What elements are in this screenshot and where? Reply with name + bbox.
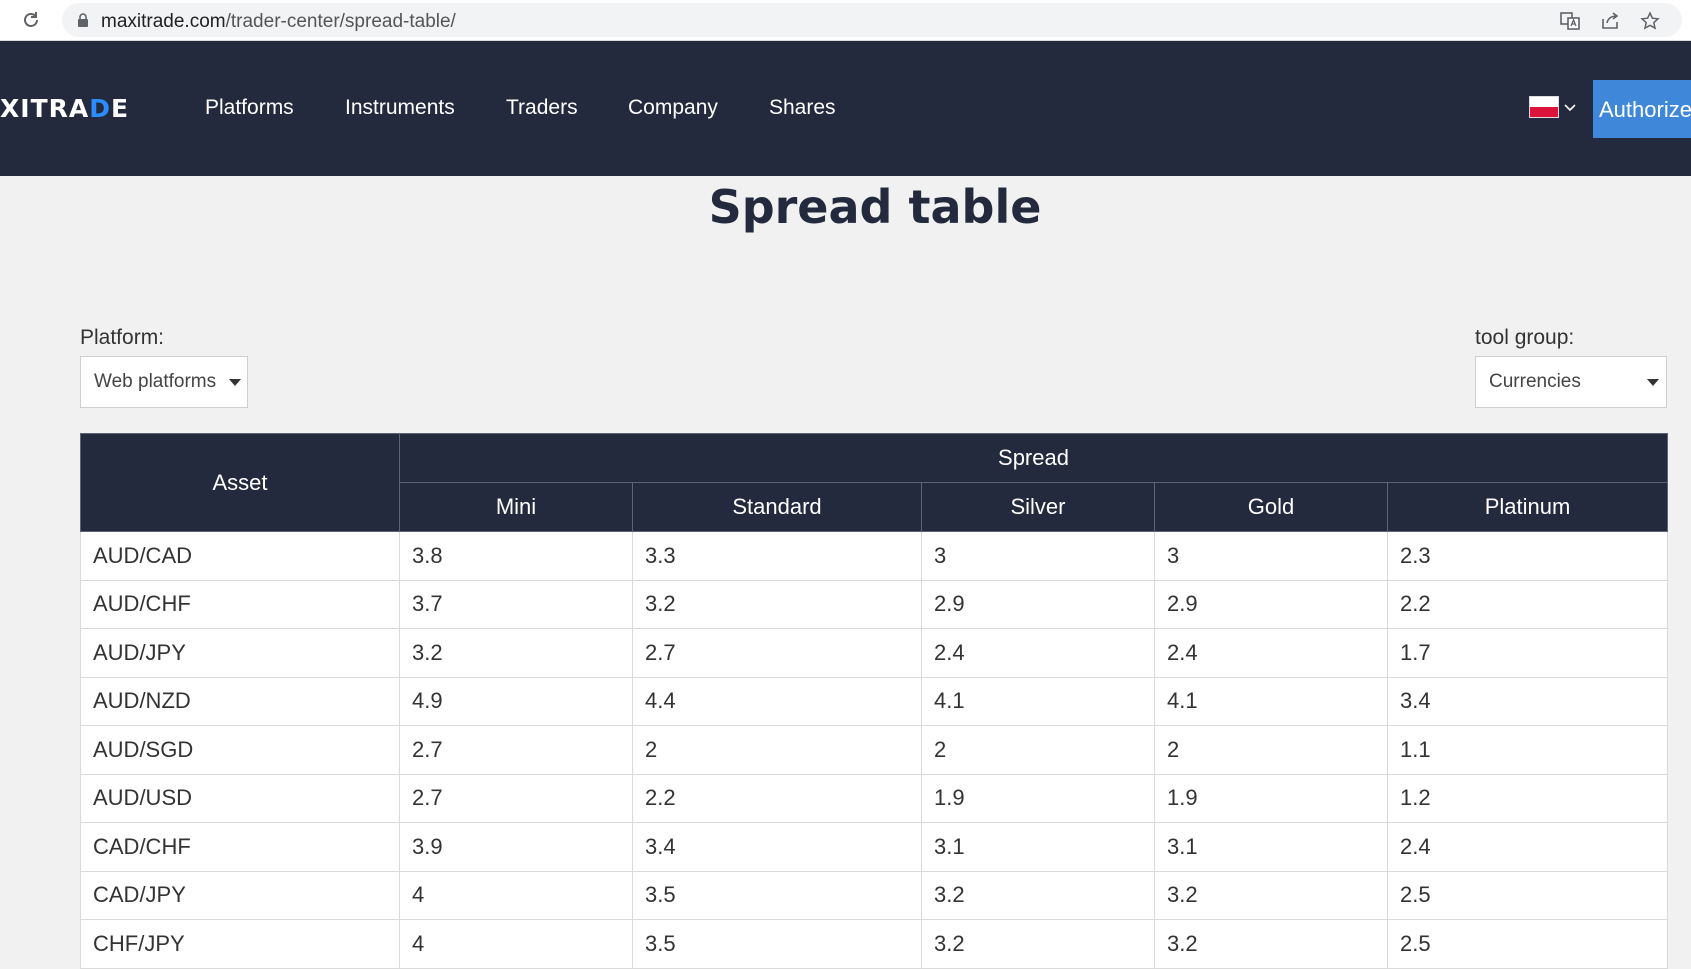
spread-cell: 2.4 — [1387, 822, 1668, 872]
spread-cell: 3.7 — [399, 579, 633, 629]
nav-instruments[interactable]: Instruments — [345, 96, 455, 120]
spread-cell: 4.1 — [921, 676, 1155, 726]
platform-label: Platform: — [80, 326, 165, 349]
lock-icon — [76, 13, 90, 27]
platform-select-value: Web platforms — [94, 371, 217, 392]
language-flag-icon[interactable] — [1529, 96, 1559, 118]
caret-down-icon — [229, 379, 241, 386]
spread-cell: 2.7 — [399, 773, 633, 823]
spread-cell: 2.9 — [921, 579, 1155, 629]
chevron-down-icon[interactable] — [1563, 101, 1577, 115]
spread-cell: 1.2 — [1387, 773, 1668, 823]
asset-cell: CAD/CHF — [80, 822, 400, 872]
spread-cell: 3.5 — [632, 870, 922, 920]
table-row: AUD/SGD 2.7 2 2 2 1.1 — [80, 725, 1668, 775]
table-row: CHF/JPY 4 3.5 3.2 3.2 2.5 — [80, 919, 1668, 969]
spread-cell: 3.1 — [921, 822, 1155, 872]
column-header-gold: Gold — [1154, 482, 1388, 532]
spread-cell: 2.4 — [921, 628, 1155, 678]
tool-group-label: tool group: — [1475, 326, 1575, 349]
spread-cell: 1.9 — [921, 773, 1155, 823]
spread-cell: 4.4 — [632, 676, 922, 726]
nav-traders[interactable]: Traders — [506, 96, 578, 120]
column-header-mini: Mini — [399, 482, 633, 532]
spread-cell: 3.4 — [1387, 676, 1668, 726]
spread-cell: 2.3 — [1387, 531, 1668, 581]
spread-cell: 1.9 — [1154, 773, 1388, 823]
column-header-platinum: Platinum — [1387, 482, 1668, 532]
spread-cell: 2.5 — [1387, 870, 1668, 920]
table-row: AUD/USD 2.7 2.2 1.9 1.9 1.2 — [80, 773, 1668, 823]
table-row: CAD/CHF 3.9 3.4 3.1 3.1 2.4 — [80, 822, 1668, 872]
caret-down-icon — [1647, 379, 1659, 386]
asset-header: Asset — [80, 433, 400, 532]
spread-cell: 4 — [399, 919, 633, 969]
spread-cell: 2.5 — [1387, 919, 1668, 969]
spread-cell: 3.2 — [921, 919, 1155, 969]
spread-cell: 3.5 — [632, 919, 922, 969]
column-header-standard: Standard — [632, 482, 922, 532]
table-row: AUD/JPY 3.2 2.7 2.4 2.4 1.7 — [80, 628, 1668, 678]
spread-cell: 3.8 — [399, 531, 633, 581]
spread-group-header: Spread — [399, 433, 1668, 483]
url-text: maxitrade.com/trader-center/spread-table… — [101, 11, 456, 32]
spread-cell: 1.7 — [1387, 628, 1668, 678]
spread-cell: 3.2 — [1154, 919, 1388, 969]
table-row: AUD/CHF 3.7 3.2 2.9 2.9 2.2 — [80, 579, 1668, 629]
address-bar[interactable]: maxitrade.com/trader-center/spread-table… — [62, 3, 1682, 37]
spread-cell: 2.2 — [1387, 579, 1668, 629]
spread-cell: 2.2 — [632, 773, 922, 823]
bookmark-star-icon[interactable] — [1638, 9, 1662, 33]
spread-cell: 3.2 — [632, 579, 922, 629]
spread-cell: 2 — [1154, 725, 1388, 775]
spread-cell: 4.9 — [399, 676, 633, 726]
table-row: AUD/CAD 3.8 3.3 3 3 2.3 — [80, 531, 1668, 581]
spread-cell: 3.9 — [399, 822, 633, 872]
translate-icon[interactable] — [1558, 9, 1582, 33]
asset-cell: AUD/CAD — [80, 531, 400, 581]
share-icon[interactable] — [1598, 9, 1622, 33]
nav-shares[interactable]: Shares — [769, 96, 836, 120]
platform-select[interactable]: Web platforms — [80, 356, 248, 408]
tool-group-select[interactable]: Currencies — [1475, 356, 1667, 408]
tool-group-select-value: Currencies — [1489, 371, 1581, 392]
site-logo[interactable]: XITRADE — [0, 94, 129, 123]
spread-cell: 3 — [921, 531, 1155, 581]
reload-icon[interactable] — [18, 7, 44, 33]
spread-cell: 3.2 — [1154, 870, 1388, 920]
nav-company[interactable]: Company — [628, 96, 718, 120]
asset-cell: AUD/CHF — [80, 579, 400, 629]
table-row: CAD/JPY 4 3.5 3.2 3.2 2.5 — [80, 870, 1668, 920]
spread-table: Asset Spread Mini Standard Silver Gold P… — [80, 433, 1668, 969]
site-header: XITRADE Platforms Instruments Traders Co… — [0, 41, 1691, 176]
spread-cell: 2 — [632, 725, 922, 775]
spread-cell: 1.1 — [1387, 725, 1668, 775]
spread-cell: 3.2 — [399, 628, 633, 678]
authorize-button[interactable]: Authorize — [1593, 80, 1691, 138]
asset-cell: AUD/USD — [80, 773, 400, 823]
asset-cell: CAD/JPY — [80, 870, 400, 920]
spread-cell: 4 — [399, 870, 633, 920]
asset-cell: AUD/JPY — [80, 628, 400, 678]
spread-cell: 3.4 — [632, 822, 922, 872]
spread-cell: 2.9 — [1154, 579, 1388, 629]
spread-cell: 3.1 — [1154, 822, 1388, 872]
spread-cell: 3.3 — [632, 531, 922, 581]
table-row: AUD/NZD 4.9 4.4 4.1 4.1 3.4 — [80, 676, 1668, 726]
column-header-silver: Silver — [921, 482, 1155, 532]
spread-cell: 2 — [921, 725, 1155, 775]
spread-cell: 2.7 — [632, 628, 922, 678]
asset-cell: AUD/NZD — [80, 676, 400, 726]
spread-cell: 2.4 — [1154, 628, 1388, 678]
asset-cell: AUD/SGD — [80, 725, 400, 775]
spread-cell: 2.7 — [399, 725, 633, 775]
spread-cell: 3 — [1154, 531, 1388, 581]
nav-platforms[interactable]: Platforms — [205, 96, 294, 120]
page-title: Spread table — [708, 180, 1042, 234]
spread-cell: 3.2 — [921, 870, 1155, 920]
asset-cell: CHF/JPY — [80, 919, 400, 969]
spread-cell: 4.1 — [1154, 676, 1388, 726]
browser-toolbar: maxitrade.com/trader-center/spread-table… — [0, 0, 1691, 41]
